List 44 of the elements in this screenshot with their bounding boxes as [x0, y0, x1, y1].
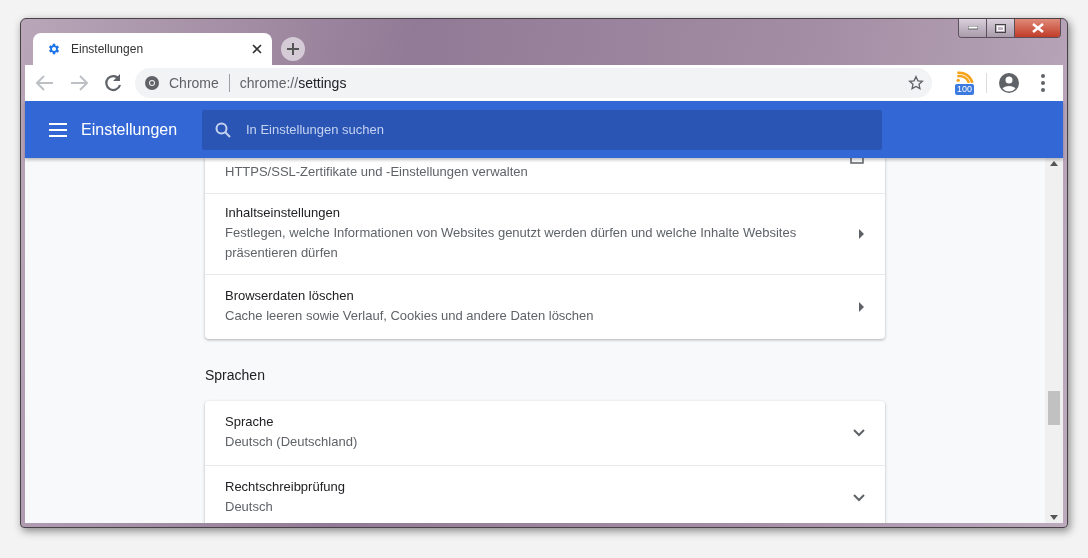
close-icon[interactable] — [252, 44, 262, 54]
settings-row[interactable]: Rechtschreibprüfung Deutsch — [205, 465, 885, 523]
extension-badge: 100 — [955, 84, 975, 95]
scrollbar-thumb[interactable] — [1048, 391, 1060, 425]
row-title: Sprache — [225, 414, 275, 429]
row-title: Inhaltseinstellungen — [225, 205, 341, 220]
site-label: Chrome — [169, 75, 219, 91]
close-button[interactable] — [1015, 19, 1060, 37]
arrow-right-icon[interactable] — [859, 229, 865, 239]
plus-icon — [287, 43, 299, 55]
arrow-right-icon[interactable] — [859, 302, 865, 312]
settings-row[interactable]: Browserdaten löschen Cache leeren sowie Verlauf, Cookies und andere Daten löschen — [205, 274, 885, 339]
close-icon — [1031, 23, 1044, 33]
star-icon[interactable] — [908, 75, 924, 91]
menu-icon[interactable] — [49, 122, 67, 137]
page-title: Einstellungen — [81, 120, 179, 139]
row-description: Festlegen, welche Informationen von Websites genutzt werden dürfen und welche Inhalte Websites präsentieren dürfen — [225, 224, 798, 262]
section-heading: Sprachen — [205, 367, 266, 383]
minimize-icon — [967, 26, 978, 30]
chevron-down-icon[interactable] — [853, 429, 865, 437]
row-title: Rechtschreibprüfung — [225, 479, 346, 494]
address-bar[interactable]: Chrome chrome://settings — [135, 68, 932, 98]
row-description: Deutsch — [225, 498, 274, 516]
scrollbar[interactable] — [1045, 158, 1063, 523]
arrow-up-icon[interactable] — [1050, 161, 1058, 166]
row-description: HTTPS/SSL-Zertifikate und -Einstellungen verwalten — [225, 163, 529, 181]
search-field[interactable]: In Einstellungen suchen — [202, 109, 882, 150]
settings-row[interactable]: HTTPS/SSL-Zertifikate und -Einstellungen verwalten — [205, 158, 885, 193]
maximize-button[interactable] — [987, 19, 1015, 37]
settings-row[interactable]: Sprache Deutsch (Deutschland) — [205, 401, 885, 465]
row-description: Deutsch (Deutschland) — [225, 433, 359, 451]
chrome-logo-icon — [145, 76, 159, 90]
new-tab-button[interactable] — [281, 37, 305, 61]
url-text: chrome://settings — [239, 75, 348, 91]
gear-icon — [47, 42, 61, 56]
row-title: Browserdaten löschen — [225, 288, 355, 303]
profile-icon[interactable] — [997, 71, 1021, 95]
arrow-down-icon[interactable] — [1050, 515, 1058, 520]
row-description: Cache leeren sowie Verlauf, Cookies und andere Daten löschen — [225, 307, 595, 325]
maximize-icon — [995, 23, 1006, 33]
browser-tab[interactable]: Einstellungen — [33, 33, 272, 65]
settings-row[interactable]: Inhaltseinstellungen Festlegen, welche Informationen von Websites genutzt werden dürfen und welche Inhalte Websites präsentieren dürfen — [205, 193, 885, 274]
chevron-down-icon[interactable] — [853, 494, 865, 502]
minimize-button[interactable] — [959, 19, 987, 37]
